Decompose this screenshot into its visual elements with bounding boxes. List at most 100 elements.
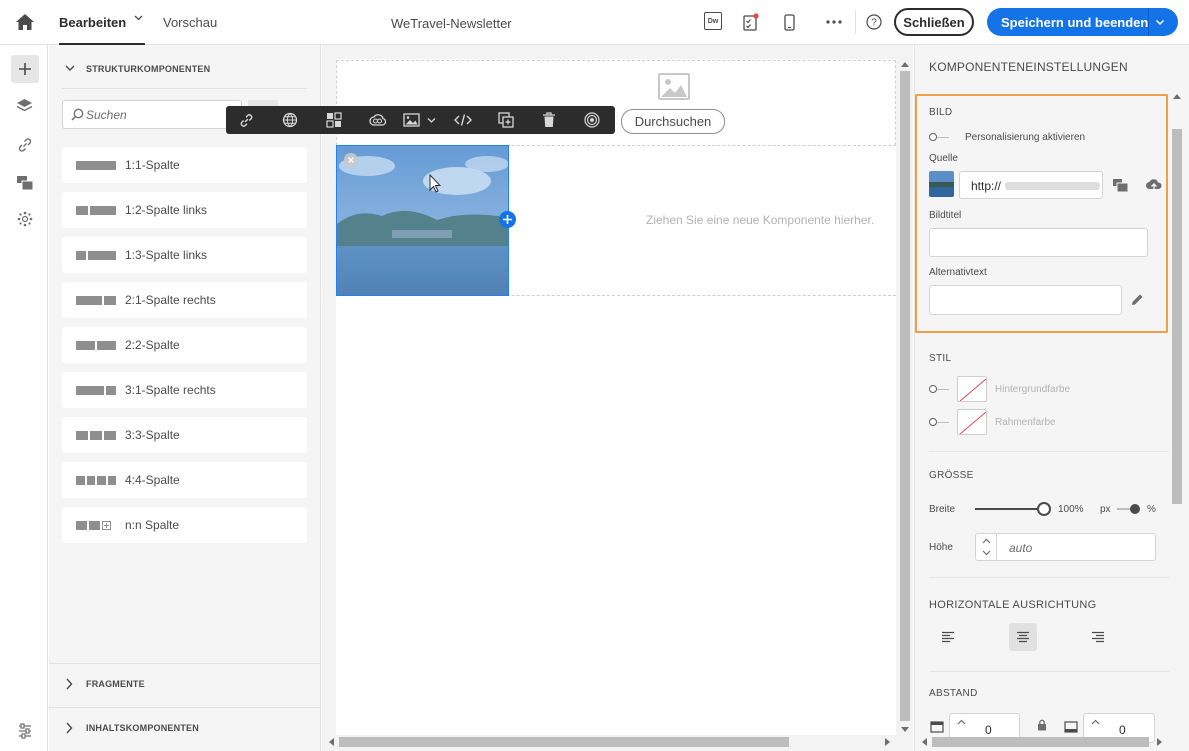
column-layout-icon — [76, 340, 116, 350]
scroll-thumb[interactable] — [1172, 129, 1182, 504]
component-settings-panel: KOMPONENTENEINSTELLUNGEN BILD Personalis… — [914, 45, 1189, 751]
dw-label: Dw — [707, 17, 719, 25]
width-slider-track — [975, 508, 1043, 510]
dreamweaver-icon[interactable]: Dw — [704, 12, 722, 30]
unit-px-label[interactable]: px — [1100, 504, 1111, 515]
background-color-swatch[interactable] — [957, 376, 987, 402]
scroll-left-icon[interactable] — [921, 738, 927, 746]
selected-image[interactable] — [336, 145, 509, 296]
fragments-section[interactable]: FRAGMENTE — [49, 663, 320, 705]
list-item-n-n-column[interactable]: n:n Spalte — [62, 507, 307, 543]
list-item-4-4-column[interactable]: 4:4-Spalte — [62, 462, 307, 498]
scroll-left-icon[interactable] — [328, 738, 334, 746]
chevron-down-icon[interactable] — [982, 550, 991, 556]
pencil-icon[interactable] — [1130, 293, 1144, 307]
target-icon[interactable] — [584, 112, 600, 128]
chevron-up-icon[interactable] — [957, 719, 966, 725]
align-right-icon[interactable] — [1091, 631, 1105, 643]
help-icon[interactable]: ? — [865, 13, 883, 31]
creative-cloud-icon[interactable] — [369, 113, 386, 127]
border-color-toggle[interactable] — [929, 417, 949, 427]
lock-icon[interactable] — [1037, 719, 1047, 731]
list-item-3-1-column-right[interactable]: 3:1-Spalte rechts — [62, 372, 307, 408]
search-placeholder: Suchen — [86, 108, 127, 122]
more-icon[interactable] — [824, 14, 844, 30]
river-photo — [337, 146, 508, 295]
chevron-down-icon[interactable] — [65, 64, 75, 72]
link-icon[interactable] — [17, 137, 33, 153]
link-icon[interactable] — [239, 113, 254, 128]
scroll-right-icon[interactable] — [1157, 738, 1163, 746]
list-item-1-3-column-left[interactable]: 1:3-Spalte links — [62, 237, 307, 273]
add-column-button[interactable] — [499, 211, 516, 228]
left-rail — [0, 45, 48, 751]
remove-image-icon[interactable] — [344, 153, 358, 167]
list-item-label: 2:2-Spalte — [125, 338, 180, 352]
add-components-button[interactable] — [11, 55, 39, 83]
image-icon[interactable] — [403, 113, 420, 127]
checklist-icon[interactable] — [742, 12, 760, 32]
list-item-1-1-column[interactable]: 1:1-Spalte — [62, 147, 307, 183]
scroll-thumb[interactable] — [339, 737, 789, 747]
scroll-thumb[interactable] — [932, 737, 1149, 747]
section-heading-ausrichtung: HORIZONTALE AUSRICHTUNG — [929, 599, 1097, 611]
save-and-close-button[interactable]: Speichern und beenden — [1001, 15, 1148, 30]
settings-sliders-icon[interactable] — [17, 723, 33, 739]
scroll-down-icon[interactable] — [901, 727, 909, 733]
list-item-1-2-column-left[interactable]: 1:2-Spalte links — [62, 192, 307, 228]
search-input[interactable]: Suchen — [62, 100, 242, 129]
scroll-up-icon[interactable] — [901, 61, 909, 67]
width-slider-handle[interactable] — [1037, 502, 1051, 516]
upload-icon[interactable] — [1145, 177, 1163, 192]
layers-icon[interactable] — [16, 98, 33, 114]
globe-icon[interactable] — [282, 112, 298, 128]
layout-blocks-icon[interactable] — [326, 112, 342, 128]
border-color-swatch[interactable] — [957, 409, 987, 435]
browse-button[interactable]: Durchsuchen — [621, 109, 725, 134]
image-thumbnail — [929, 171, 954, 197]
canvas-horizontal-scrollbar[interactable] — [322, 735, 898, 749]
chevron-down-icon[interactable] — [1155, 18, 1165, 27]
panel-vertical-scrollbar[interactable] — [1170, 91, 1184, 731]
home-icon[interactable] — [14, 12, 36, 32]
width-slider[interactable] — [975, 501, 1053, 517]
list-item-3-3-column[interactable]: 3:3-Spalte — [62, 417, 307, 453]
chevron-down-icon[interactable] — [134, 13, 143, 22]
assets-icon[interactable] — [16, 175, 34, 191]
column-layout-icon — [76, 295, 116, 305]
scroll-up-icon[interactable] — [1173, 93, 1181, 99]
panel-horizontal-scrollbar[interactable] — [915, 735, 1189, 749]
column-layout-icon — [76, 520, 116, 530]
list-item-label: n:n Spalte — [125, 518, 180, 532]
image-title-field[interactable] — [929, 228, 1148, 257]
background-color-toggle[interactable] — [929, 384, 949, 394]
scroll-thumb[interactable] — [900, 71, 910, 721]
canvas-vertical-scrollbar[interactable] — [898, 59, 912, 735]
content-components-section[interactable]: INHALTSKOMPONENTEN — [49, 707, 320, 751]
align-center-button[interactable] — [1009, 623, 1037, 651]
list-item-2-1-column-right[interactable]: 2:1-Spalte rechts — [62, 282, 307, 318]
scroll-right-icon[interactable] — [885, 738, 891, 746]
chevron-up-icon[interactable] — [1091, 719, 1100, 725]
code-icon[interactable] — [454, 113, 472, 127]
tab-edit[interactable]: Bearbeiten — [59, 0, 145, 45]
section-divider — [929, 451, 1169, 452]
list-item-2-2-column[interactable]: 2:2-Spalte — [62, 327, 307, 363]
unit-percent-label[interactable]: % — [1147, 504, 1156, 515]
network-icon[interactable] — [17, 211, 33, 227]
height-stepper[interactable]: auto — [975, 533, 1156, 561]
align-left-icon[interactable] — [941, 631, 955, 643]
unit-switch[interactable] — [1117, 504, 1141, 514]
chevron-down-icon[interactable] — [427, 117, 436, 124]
panel-title: KOMPONENTENEINSTELLUNGEN — [929, 60, 1128, 74]
duplicate-icon[interactable] — [498, 112, 514, 128]
tab-preview[interactable]: Vorschau — [163, 15, 217, 30]
asset-picker-icon[interactable] — [1112, 178, 1129, 193]
personalize-toggle[interactable] — [929, 132, 949, 142]
trash-icon[interactable] — [542, 112, 556, 128]
alt-text-field[interactable] — [929, 285, 1122, 315]
chevron-up-icon[interactable] — [982, 538, 991, 544]
source-url-field[interactable]: http:// — [959, 171, 1103, 199]
close-button[interactable]: Schließen — [894, 8, 974, 36]
mobile-preview-icon[interactable] — [782, 12, 796, 32]
